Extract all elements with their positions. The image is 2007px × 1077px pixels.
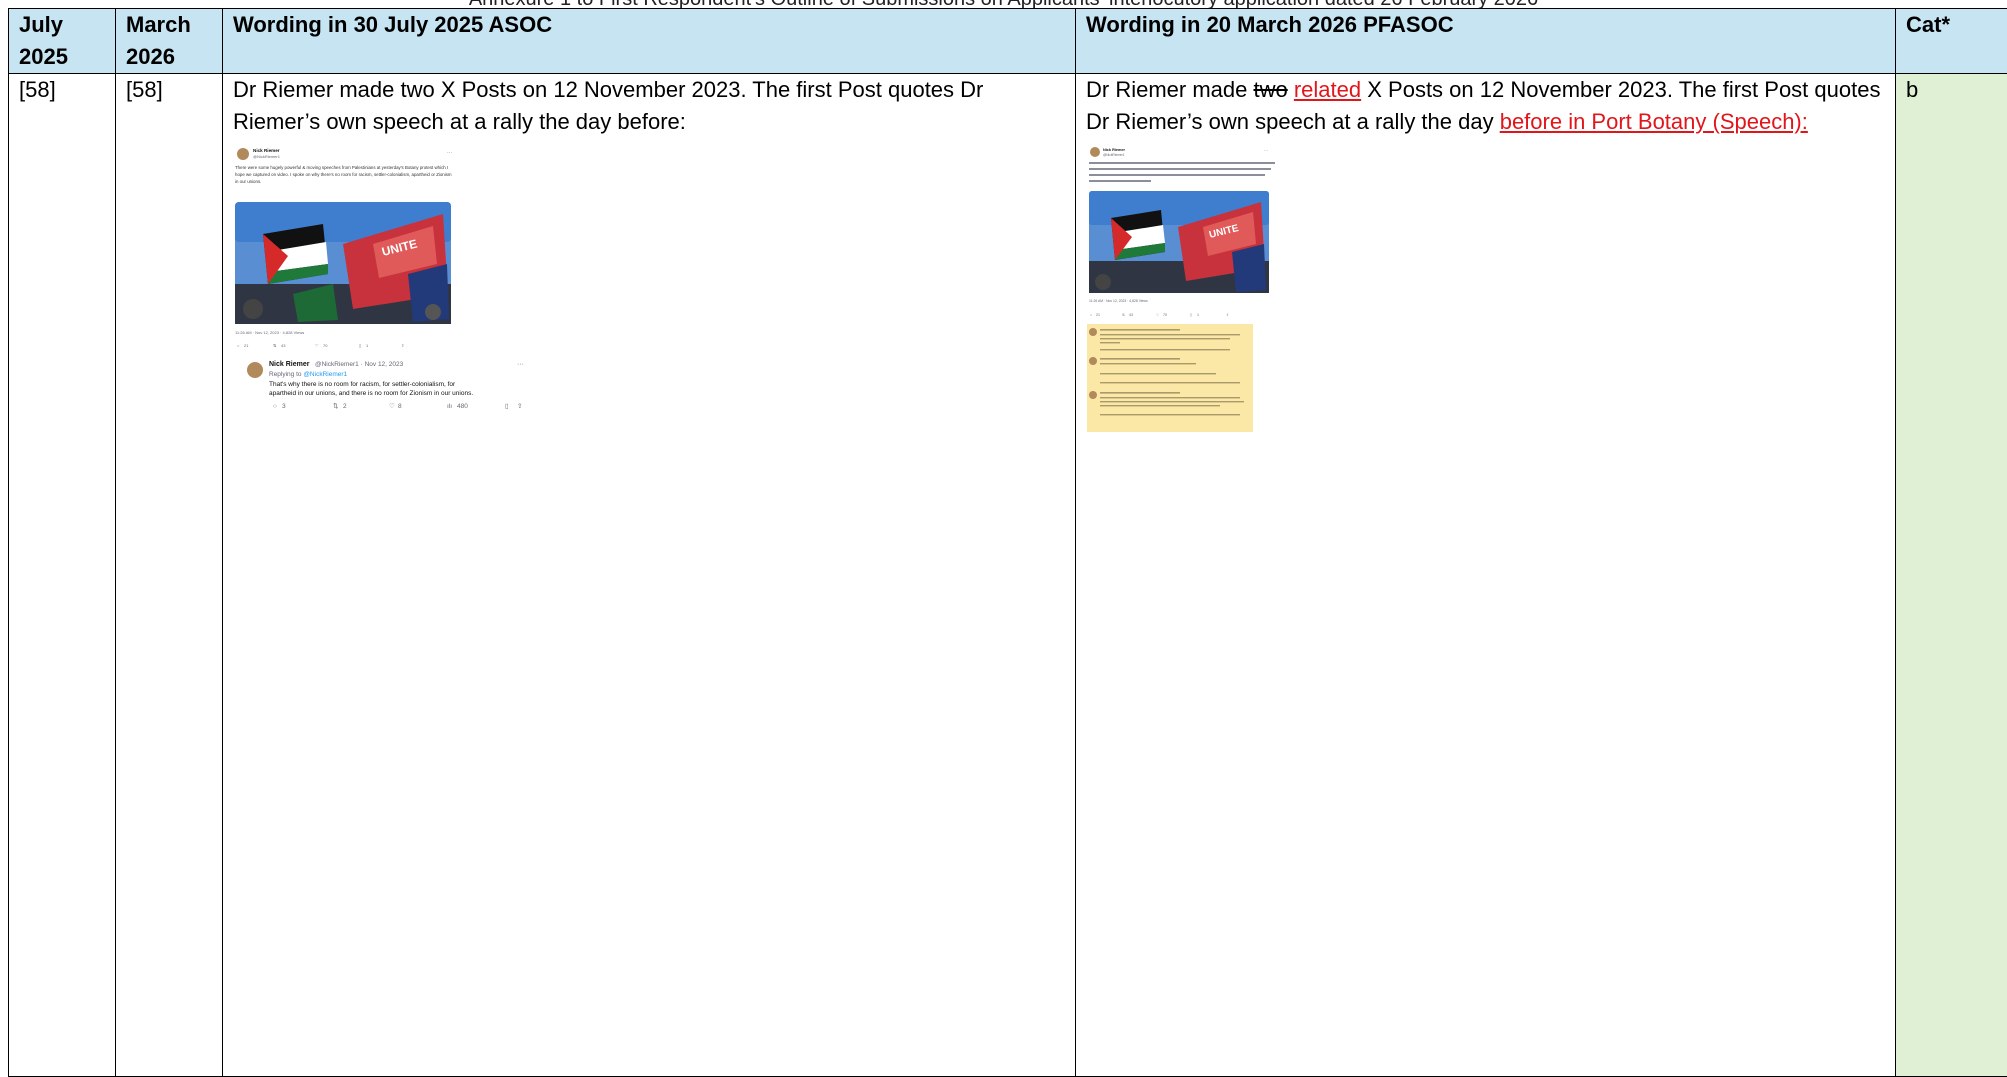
asoc-paragraph-text: Dr Riemer made two X Posts on 12 Novembe… <box>233 74 1065 138</box>
tweet-author-name: Nick Riemer <box>253 148 280 153</box>
reply-body-line-1: That's why there is no room for racism, … <box>269 381 456 388</box>
tweet-meta: 11:26 AM · Nov 12, 2023 · 4,828 Views <box>235 330 304 335</box>
asoc-wording-cell: Dr Riemer made two X Posts on 12 Novembe… <box>223 74 1076 1077</box>
reply-icon: ○ <box>1090 313 1092 317</box>
header-wording-pfasoc: Wording in 20 March 2026 PFASOC <box>1076 9 1896 74</box>
more-icon: ··· <box>447 150 452 156</box>
like-count: 8 <box>398 403 402 410</box>
header-category: Cat* <box>1896 9 2007 74</box>
tweet-body-blurred <box>1089 162 1275 182</box>
repost-icon: ⇅ <box>1122 313 1126 317</box>
tweet-screenshot-left: Nick Riemer @NickRiemer1 ··· There were … <box>233 144 1065 444</box>
tweet-author-handle: @NickRiemer1 <box>253 154 281 159</box>
comparison-table: July 2025 March 2026 Wording in 30 July … <box>8 8 2007 1077</box>
table-header-row: July 2025 March 2026 Wording in 30 July … <box>9 9 2007 74</box>
more-icon: ··· <box>1264 148 1268 153</box>
share-icon: ⇧ <box>401 343 404 348</box>
avatar <box>247 362 263 378</box>
reply-icon: ○ <box>273 403 277 410</box>
inserted-text-1: related <box>1294 77 1361 102</box>
bookmark-icon: ▯ <box>1190 313 1192 317</box>
tweet-body: There were some hugely powerful & moving… <box>235 164 455 185</box>
like-count: 70 <box>1163 313 1167 317</box>
reply-thread-highlighted <box>1087 324 1253 432</box>
svg-text:Replying to @NickRiemer1: Replying to @NickRiemer1 <box>269 371 348 378</box>
reply-body-line-2: apartheid in our unions, and there is no… <box>269 390 473 397</box>
views-icon: ılı <box>447 403 452 410</box>
july-paragraph-cell: [58] <box>9 74 116 1077</box>
more-icon: ··· <box>517 361 524 368</box>
inserted-text-2: before in Port Botany (Speech): <box>1500 109 1808 134</box>
reply-count: 3 <box>282 403 286 410</box>
tweet-meta: 11:26 AM · Nov 12, 2023 · 4,828 Views <box>1089 299 1148 303</box>
reply-author-name: Nick Riemer <box>269 361 310 368</box>
deleted-text: two <box>1253 77 1287 102</box>
repost-count: 43 <box>1129 313 1133 317</box>
like-icon: ♡ <box>389 402 395 410</box>
repost-count: 43 <box>281 343 286 348</box>
pfasoc-paragraph-text: Dr Riemer made two related X Posts on 12… <box>1086 74 1885 138</box>
bookmark-icon: ▯ <box>505 403 509 410</box>
like-count: 70 <box>323 343 328 348</box>
bookmark-count: 1 <box>366 343 369 348</box>
reply-icon: ○ <box>237 343 240 348</box>
tweet-card-left: Nick Riemer @NickRiemer1 ··· There were … <box>235 148 455 348</box>
replying-to-label: Replying to <box>269 371 303 378</box>
replying-to-handle: @NickRiemer1 <box>303 371 347 378</box>
pfasoc-wording-cell: Dr Riemer made two related X Posts on 12… <box>1076 74 1896 1077</box>
table-row: [58] [58] Dr Riemer made two X Posts on … <box>9 74 2007 1077</box>
category-cell: b <box>1896 74 2007 1077</box>
tweet-card-right: Nick Riemer @NickRiemer1 ··· <box>1089 147 1275 317</box>
protest-photo: UNITE <box>235 202 451 324</box>
header-march-2026: March 2026 <box>116 9 223 74</box>
protest-photo: UNITE <box>1089 191 1269 293</box>
repost-count: 2 <box>343 403 347 410</box>
like-icon: ♡ <box>1156 313 1160 317</box>
share-icon: ⇧ <box>517 402 522 410</box>
reply-count: 21 <box>1096 313 1100 317</box>
march-paragraph-cell: [58] <box>116 74 223 1077</box>
like-icon: ♡ <box>315 343 319 348</box>
tweet-author-name: Nick Riemer <box>1103 148 1125 152</box>
pfasoc-text-part-1: Dr Riemer made <box>1086 77 1253 102</box>
repost-icon: ⇅ <box>273 343 277 348</box>
avatar <box>1090 147 1100 157</box>
avatar <box>237 148 249 160</box>
bookmark-icon: ▯ <box>359 343 361 348</box>
bookmark-count: 1 <box>1197 313 1199 317</box>
repost-icon: ⇅ <box>333 403 339 410</box>
share-icon: ⇧ <box>1226 312 1229 317</box>
reply-card-left: Nick Riemer @NickRiemer1 · Nov 12, 2023 … <box>247 361 524 410</box>
reply-count: 21 <box>244 343 249 348</box>
tweet-author-handle: @NickRiemer1 <box>1103 153 1125 157</box>
header-july-2025: July 2025 <box>9 9 116 74</box>
views-count: 480 <box>457 403 468 410</box>
reply-author-handle: @NickRiemer1 · Nov 12, 2023 <box>315 361 404 368</box>
tweet-screenshot-right: Nick Riemer @NickRiemer1 ··· <box>1086 144 1885 454</box>
header-wording-asoc: Wording in 30 July 2025 ASOC <box>223 9 1076 74</box>
